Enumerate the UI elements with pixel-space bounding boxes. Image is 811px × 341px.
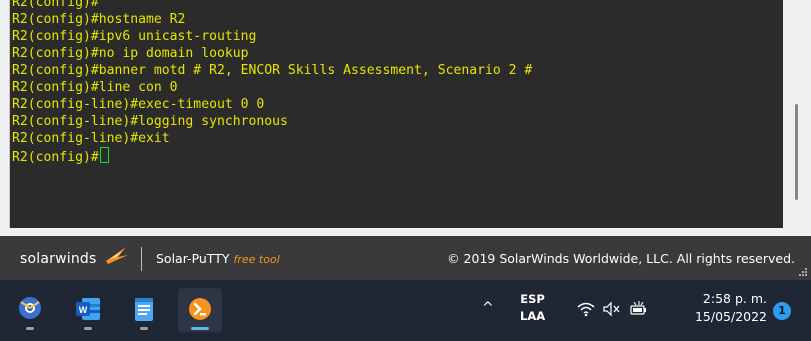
show-hidden-icons-chevron-icon[interactable]: ^: [482, 300, 494, 316]
clock-date: 15/05/2022: [694, 309, 767, 324]
windows-taskbar: W ^ ESP LAA 2:58 p. m. 15/05/2022 1: [0, 280, 811, 341]
terminal-line: R2(config-line)#exit: [12, 131, 170, 146]
system-clock[interactable]: 2:58 p. m. 15/05/2022: [677, 290, 767, 326]
solarwinds-flame-icon: [106, 247, 128, 264]
keyboard-layout: LAA: [520, 309, 546, 323]
app-running-indicator: [84, 327, 92, 330]
clock-time: 2:58 p. m.: [702, 291, 767, 306]
window-frame-left: [0, 0, 10, 236]
word-icon: W: [76, 298, 100, 320]
product-name: Solar-PuTTY free tool: [156, 251, 280, 266]
battery-charging-icon[interactable]: [628, 300, 648, 318]
product-title: Solar-PuTTY: [156, 251, 230, 266]
window-frame-bottom: [0, 228, 783, 236]
solar-putty-footer: solarwinds Solar-PuTTY free tool © 2019 S…: [0, 236, 811, 280]
solarwinds-logo: solarwinds: [20, 251, 97, 267]
taskbar-app-solar-putty[interactable]: [178, 288, 222, 332]
vertical-scrollbar[interactable]: [783, 0, 811, 236]
terminal-line: R2(config-line)#logging synchronous: [12, 114, 288, 129]
language-indicator[interactable]: ESP LAA: [520, 291, 545, 325]
terminal-line: R2(config)#no ip domain lookup: [12, 46, 249, 61]
taskbar-app-globe[interactable]: [8, 288, 52, 332]
wifi-icon[interactable]: [576, 300, 596, 318]
terminal-prompt: R2(config)#: [12, 150, 99, 165]
app-running-indicator: [26, 327, 34, 330]
app-running-indicator: [140, 327, 148, 330]
terminal-line: R2(config-line)#exec-timeout 0 0: [12, 97, 265, 112]
svg-text:W: W: [79, 305, 88, 315]
resize-grip-icon[interactable]: [798, 267, 808, 277]
taskbar-app-word[interactable]: W: [66, 288, 110, 332]
globe-app-icon: [19, 297, 41, 319]
copyright-notice: © 2019 SolarWinds Worldwide, LLC. All ri…: [447, 251, 795, 266]
taskbar-app-notepad[interactable]: [122, 288, 166, 332]
product-tag: free tool: [233, 253, 280, 266]
terminal-line: R2(config)#: [12, 0, 99, 10]
terminal-lines: R2(config)# R2(config)#hostname R2 R2(co…: [12, 0, 533, 165]
footer-divider: [141, 247, 142, 271]
notepad-icon: [135, 298, 153, 321]
app-active-indicator: [191, 327, 209, 330]
terminal-line: R2(config)#banner motd # R2, ENCOR Skill…: [12, 63, 533, 78]
terminal-app-icon: [189, 298, 211, 320]
notification-badge[interactable]: 1: [773, 302, 791, 320]
terminal-output[interactable]: R2(config)# R2(config)#hostname R2 R2(co…: [10, 0, 783, 228]
scrollbar-thumb[interactable]: [795, 104, 798, 200]
terminal-prompt-line: R2(config)#: [12, 147, 532, 165]
terminal-cursor: [99, 147, 109, 163]
language-code: ESP: [520, 292, 545, 306]
volume-muted-icon[interactable]: [602, 300, 622, 318]
terminal-line: R2(config)#hostname R2: [12, 12, 186, 27]
terminal-line: R2(config)#line con 0: [12, 80, 178, 95]
terminal-line: R2(config)#ipv6 unicast-routing: [12, 29, 257, 44]
